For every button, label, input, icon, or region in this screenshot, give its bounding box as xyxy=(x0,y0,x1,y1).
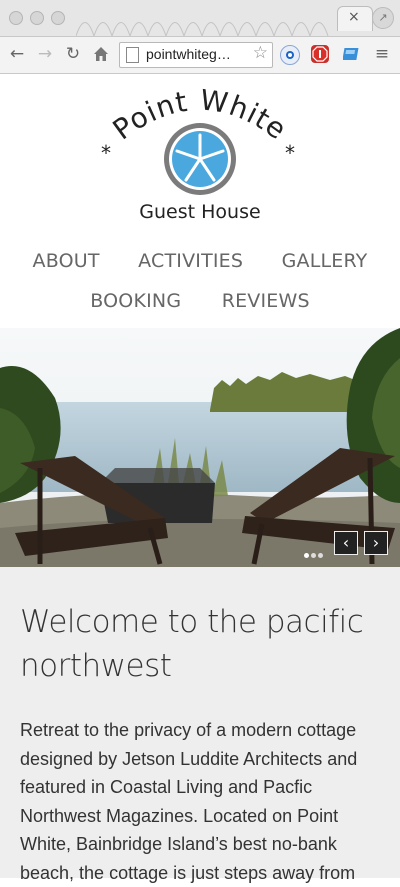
slider-dot[interactable] xyxy=(311,553,316,558)
window-close-dot[interactable] xyxy=(9,11,23,25)
window-restore-icon[interactable]: ↗ xyxy=(372,7,394,29)
nav-booking[interactable]: BOOKING xyxy=(90,290,181,312)
welcome-heading: Welcome to the pacific northwest xyxy=(20,604,364,684)
browser-toolbar: ← → ↻ pointwhiteg… ☆ ≡ xyxy=(0,37,400,74)
home-icon[interactable] xyxy=(90,43,112,65)
logo-star-left: * xyxy=(101,141,111,165)
logo-subtitle: Guest House xyxy=(139,201,260,223)
welcome-body: Retreat to the privacy of a modern cotta… xyxy=(20,720,358,883)
slider-dot-active[interactable] xyxy=(304,553,309,558)
browser-tabbar: × ↗ xyxy=(0,0,400,37)
bookmark-extension-icon[interactable] xyxy=(342,45,361,63)
tab-close-icon[interactable]: × xyxy=(348,9,360,25)
nav-about[interactable]: ABOUT xyxy=(33,250,100,272)
main-nav-row-2: BOOKING REVIEWS xyxy=(0,290,400,312)
adblock-extension-icon[interactable] xyxy=(311,45,329,63)
page-icon xyxy=(126,47,139,63)
window-minimize-dot[interactable] xyxy=(30,11,44,25)
reload-icon[interactable]: ↻ xyxy=(62,43,84,65)
slider-dots xyxy=(304,545,325,563)
address-bar[interactable]: pointwhiteg… ☆ xyxy=(119,42,273,68)
logo-star-right: * xyxy=(285,141,295,165)
nav-reviews[interactable]: REVIEWS xyxy=(222,290,310,312)
main-nav-row-1: ABOUT ACTIVITIES GALLERY xyxy=(0,250,400,272)
window-zoom-dot[interactable] xyxy=(51,11,65,25)
nav-activities[interactable]: ACTIVITIES xyxy=(138,250,243,272)
slider-next-button[interactable]: › xyxy=(364,531,388,555)
forward-icon[interactable]: → xyxy=(34,43,56,65)
slider-prev-button[interactable]: ‹ xyxy=(334,531,358,555)
slider-dot[interactable] xyxy=(318,553,323,558)
nav-gallery[interactable]: GALLERY xyxy=(282,250,368,272)
back-icon[interactable]: ← xyxy=(6,43,28,65)
bookmark-star-icon[interactable]: ☆ xyxy=(253,43,268,63)
menu-icon[interactable]: ≡ xyxy=(371,43,393,65)
site-logo[interactable]: Point White * * Guest House xyxy=(96,84,304,226)
browser-tab[interactable]: × xyxy=(337,6,373,31)
tab-strip xyxy=(76,22,329,36)
url-text: pointwhiteg… xyxy=(146,46,231,62)
skype-extension-icon[interactable] xyxy=(280,45,300,65)
